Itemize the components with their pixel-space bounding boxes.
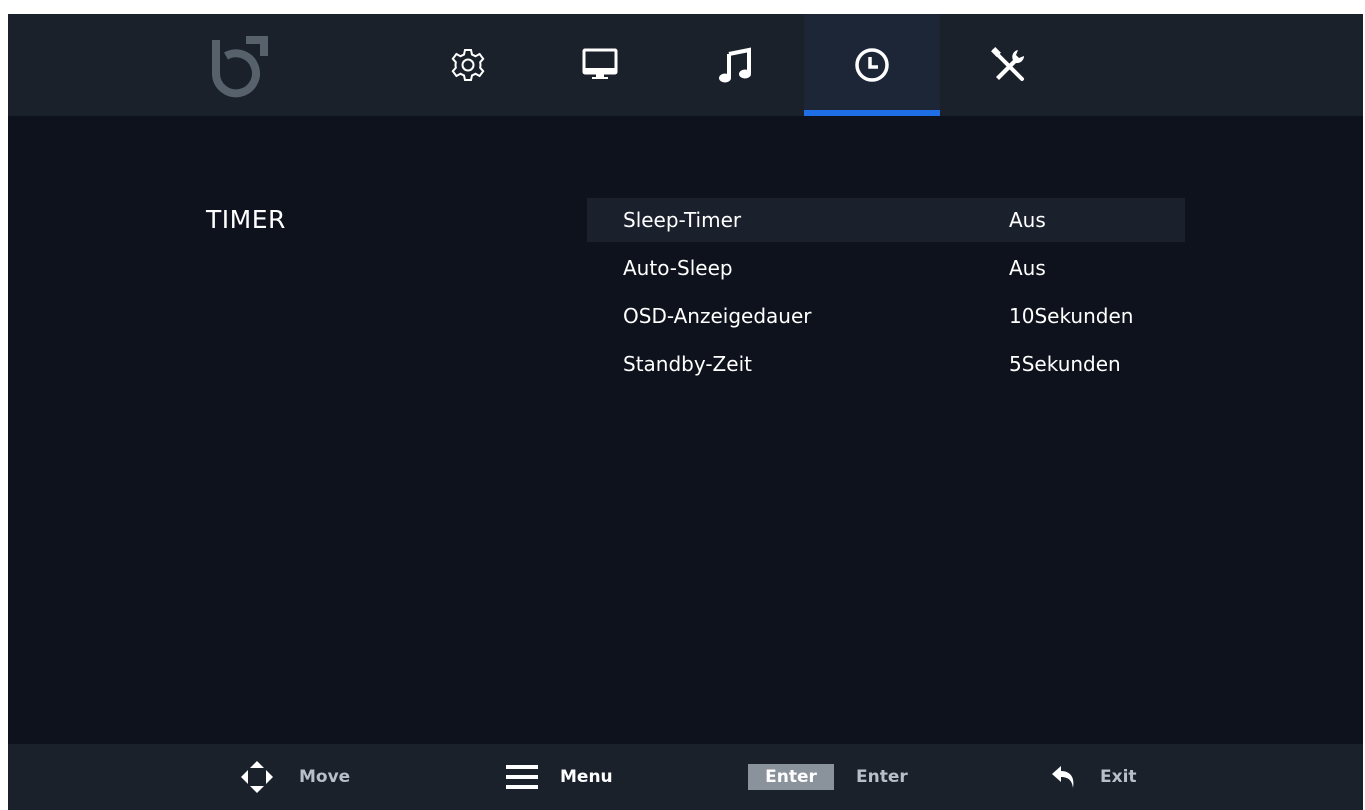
menu-item-standby-time[interactable]: Standby-Zeit 5Sekunden <box>587 342 1185 386</box>
hamburger-icon <box>504 762 540 792</box>
active-tab-indicator <box>804 110 940 116</box>
tab-tools[interactable] <box>940 14 1076 116</box>
bottom-hint-bar: Move Menu Enter Enter Exit <box>8 744 1363 810</box>
tools-icon <box>988 45 1028 85</box>
hint-enter-label: Enter <box>856 767 908 787</box>
menu-item-label: OSD-Anzeigedauer <box>623 304 812 328</box>
menu-item-value: 5Sekunden <box>1009 352 1121 376</box>
hint-exit-label: Exit <box>1100 767 1137 787</box>
timer-settings-list: Sleep-Timer Aus Auto-Sleep Aus OSD-Anzei… <box>587 198 1185 390</box>
menu-item-osd-duration[interactable]: OSD-Anzeigedauer 10Sekunden <box>587 294 1185 338</box>
menu-item-value: Aus <box>1009 256 1046 280</box>
clock-icon <box>853 46 891 84</box>
tab-picture[interactable] <box>532 14 668 116</box>
hint-enter: Enter Enter <box>748 744 908 810</box>
tab-settings[interactable] <box>400 14 536 116</box>
osd-menu: TIMER Sleep-Timer Aus Auto-Sleep Aus OSD… <box>8 14 1363 810</box>
gear-icon <box>450 47 486 83</box>
menu-item-label: Standby-Zeit <box>623 352 752 376</box>
tab-sound[interactable] <box>668 14 804 116</box>
music-note-icon <box>718 45 754 85</box>
hint-menu: Menu <box>504 744 613 810</box>
dpad-icon <box>237 757 277 797</box>
hint-menu-label: Menu <box>560 767 613 787</box>
enter-key-badge: Enter <box>748 764 834 790</box>
hint-move: Move <box>237 744 350 810</box>
tab-timer[interactable] <box>804 14 940 116</box>
menu-item-value: 10Sekunden <box>1009 304 1134 328</box>
top-nav-bar <box>8 14 1363 116</box>
menu-item-label: Sleep-Timer <box>623 208 742 232</box>
back-arrow-icon <box>1048 762 1078 792</box>
menu-item-label: Auto-Sleep <box>623 256 733 280</box>
menu-item-auto-sleep[interactable]: Auto-Sleep Aus <box>587 246 1185 290</box>
hint-move-label: Move <box>299 767 351 787</box>
brand-logo <box>206 34 270 98</box>
menu-item-sleep-timer[interactable]: Sleep-Timer Aus <box>587 198 1185 242</box>
monitor-icon <box>580 45 620 85</box>
menu-item-value: Aus <box>1009 208 1046 232</box>
page-title: TIMER <box>206 205 286 234</box>
hint-exit: Exit <box>1048 744 1137 810</box>
